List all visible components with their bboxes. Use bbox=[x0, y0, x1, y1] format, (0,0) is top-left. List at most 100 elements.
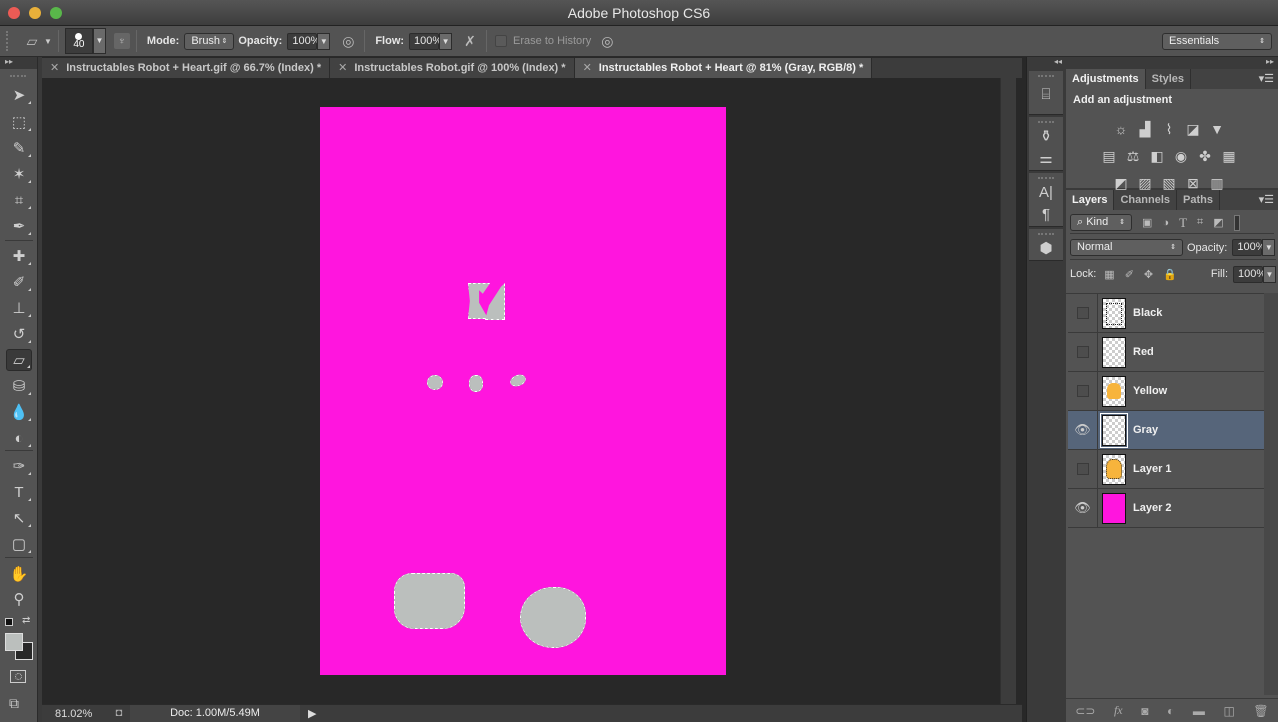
dock-grip[interactable] bbox=[1038, 75, 1054, 77]
hue-saturation-icon[interactable]: ▤ bbox=[1100, 148, 1118, 164]
tab-robot-heart-active[interactable]: ✕ Instructables Robot + Heart @ 81% (Gray… bbox=[574, 58, 873, 78]
brush-preset-picker[interactable]: 40 bbox=[64, 28, 93, 54]
pen-tool[interactable]: ✑ bbox=[6, 455, 32, 477]
history-brush-tool[interactable]: ↺ bbox=[6, 323, 32, 345]
close-tab-icon[interactable]: ✕ bbox=[583, 62, 592, 74]
filter-type-icon[interactable]: T bbox=[1179, 215, 1187, 231]
filter-toggle[interactable] bbox=[1233, 214, 1240, 231]
hand-tool[interactable]: ✋ bbox=[6, 563, 32, 585]
exposure-icon[interactable]: ◪ bbox=[1184, 121, 1202, 137]
rectangle-tool[interactable]: ▢ bbox=[6, 533, 32, 555]
magic-wand-tool[interactable]: ✶ bbox=[6, 163, 32, 185]
tab-robot-heart-gif[interactable]: ✕ Instructables Robot + Heart.gif @ 66.7%… bbox=[42, 58, 331, 78]
lock-image-icon[interactable]: ✐ bbox=[1125, 268, 1134, 281]
swap-colors-icon[interactable]: ⇄ bbox=[22, 615, 30, 626]
tool-preset-dropdown[interactable]: ▼ bbox=[44, 37, 52, 46]
minimize-window-button[interactable] bbox=[29, 7, 41, 19]
zoom-level[interactable]: 81.02% bbox=[42, 708, 102, 720]
opacity-dropdown[interactable]: ▼ bbox=[317, 32, 331, 50]
curves-icon[interactable]: ⌇ bbox=[1160, 121, 1178, 137]
layer-row[interactable]: Red bbox=[1068, 333, 1264, 372]
tab-paths[interactable]: Paths bbox=[1177, 190, 1220, 210]
dock-grip[interactable] bbox=[1038, 177, 1054, 179]
new-group-icon[interactable]: ▬ bbox=[1193, 704, 1205, 718]
vertical-scrollbar[interactable] bbox=[1000, 78, 1016, 704]
filter-shape-icon[interactable]: ⌗ bbox=[1197, 216, 1203, 229]
brush-panel-icon[interactable]: ⚌ bbox=[1035, 147, 1057, 169]
visibility-toggle[interactable] bbox=[1068, 294, 1098, 332]
healing-brush-tool[interactable]: ✚ bbox=[6, 245, 32, 267]
zoom-tool[interactable]: ⚲ bbox=[6, 588, 32, 610]
toolbar-grip[interactable] bbox=[10, 75, 26, 77]
filter-pixel-icon[interactable]: ▣ bbox=[1142, 216, 1152, 229]
color-lookup-icon[interactable]: ▦ bbox=[1220, 148, 1238, 164]
layer-row[interactable]: Layer 1 bbox=[1068, 450, 1264, 489]
pressure-size-icon[interactable]: ◎ bbox=[597, 31, 617, 51]
close-window-button[interactable] bbox=[8, 7, 20, 19]
close-tab-icon[interactable]: ✕ bbox=[338, 62, 347, 74]
tab-robot-gif[interactable]: ✕ Instructables Robot.gif @ 100% (Index) … bbox=[330, 58, 575, 78]
fill-input[interactable]: 100% bbox=[1233, 265, 1266, 283]
dodge-tool[interactable]: ◐ bbox=[6, 427, 32, 449]
clone-stamp-tool[interactable]: ⊥ bbox=[6, 297, 32, 319]
dock-grip[interactable] bbox=[1038, 233, 1054, 235]
invert-icon[interactable]: ◩ bbox=[1112, 175, 1130, 191]
filter-adjustment-icon[interactable]: ◑ bbox=[1162, 217, 1169, 229]
filter-smart-object-icon[interactable]: ◩ bbox=[1213, 216, 1223, 229]
blend-mode-select[interactable]: Normal ⇕ bbox=[1070, 239, 1183, 256]
visibility-toggle[interactable] bbox=[1068, 450, 1098, 488]
flow-dropdown[interactable]: ▼ bbox=[439, 32, 453, 50]
vibrance-icon[interactable]: ▼ bbox=[1208, 121, 1226, 137]
paragraph-panel-icon[interactable]: ¶ bbox=[1035, 203, 1057, 225]
fill-dropdown[interactable]: ▼ bbox=[1263, 265, 1276, 283]
collapse-toolbar-icon[interactable]: ▸▸ bbox=[0, 57, 37, 69]
move-tool[interactable]: ➤ bbox=[6, 84, 32, 106]
layer-row[interactable]: Black bbox=[1068, 294, 1264, 333]
threshold-icon[interactable]: ▧ bbox=[1160, 175, 1178, 191]
layer-style-icon[interactable]: fx bbox=[1114, 703, 1123, 718]
visibility-eye-icon[interactable]: 👁 bbox=[1068, 411, 1098, 449]
maximize-window-button[interactable] bbox=[50, 7, 62, 19]
erase-to-history-checkbox[interactable] bbox=[495, 35, 508, 47]
visibility-toggle[interactable] bbox=[1068, 372, 1098, 410]
history-panel-icon[interactable]: ⌸ bbox=[1035, 83, 1057, 105]
new-layer-icon[interactable]: ◫ bbox=[1223, 704, 1234, 718]
expand-dock-icon[interactable]: ▸▸ bbox=[1266, 57, 1274, 66]
workspace-select[interactable]: Essentials ⇕ bbox=[1162, 32, 1272, 50]
marquee-tool[interactable]: ⬚ bbox=[6, 111, 32, 133]
visibility-eye-icon[interactable]: 👁 bbox=[1068, 489, 1098, 527]
tab-styles[interactable]: Styles bbox=[1146, 69, 1192, 89]
close-tab-icon[interactable]: ✕ bbox=[50, 62, 59, 74]
document-canvas[interactable] bbox=[320, 107, 726, 675]
screen-mode-icon[interactable]: ⧉ bbox=[9, 695, 19, 712]
color-balance-icon[interactable]: ⚖ bbox=[1124, 148, 1142, 164]
add-mask-icon[interactable]: ◙ bbox=[1141, 704, 1148, 718]
brush-panel-toggle-icon[interactable]: ♆ bbox=[113, 33, 130, 49]
channel-mixer-icon[interactable]: ✤ bbox=[1196, 148, 1214, 164]
eyedropper-tool[interactable]: ✒ bbox=[6, 215, 32, 237]
quick-mask-icon[interactable] bbox=[10, 670, 26, 683]
lock-all-icon[interactable]: 🔒 bbox=[1163, 268, 1177, 281]
type-tool[interactable]: T bbox=[6, 481, 32, 503]
crop-tool[interactable]: ⌗ bbox=[6, 189, 32, 211]
lock-transparent-icon[interactable]: ▦ bbox=[1104, 268, 1114, 281]
layer-row[interactable]: 👁 Layer 2 bbox=[1068, 489, 1264, 528]
panel-menu-icon[interactable]: ▾☰ bbox=[1259, 72, 1274, 85]
layer-row[interactable]: Yellow bbox=[1068, 372, 1264, 411]
link-layers-icon[interactable]: ⊂⊃ bbox=[1075, 704, 1095, 718]
selective-color-icon[interactable]: ⊠ bbox=[1184, 175, 1202, 191]
3d-panel-icon[interactable]: ⬢ bbox=[1035, 237, 1057, 259]
tab-layers[interactable]: Layers bbox=[1066, 190, 1115, 210]
visibility-toggle[interactable] bbox=[1068, 333, 1098, 371]
levels-icon[interactable]: ▟ bbox=[1136, 121, 1154, 137]
gradient-map-icon[interactable]: ▥ bbox=[1208, 175, 1226, 191]
black-white-icon[interactable]: ◧ bbox=[1148, 148, 1166, 164]
lock-position-icon[interactable]: ✥ bbox=[1144, 268, 1153, 281]
lasso-tool[interactable]: ✎ bbox=[6, 137, 32, 159]
status-menu-arrow-icon[interactable]: ▶ bbox=[308, 707, 316, 720]
character-panel-icon[interactable]: A| bbox=[1035, 181, 1057, 203]
layers-scrollbar[interactable] bbox=[1264, 293, 1278, 695]
tab-adjustments[interactable]: Adjustments bbox=[1066, 69, 1146, 89]
photo-filter-icon[interactable]: ◉ bbox=[1172, 148, 1190, 164]
foreground-color-swatch[interactable] bbox=[5, 633, 23, 651]
